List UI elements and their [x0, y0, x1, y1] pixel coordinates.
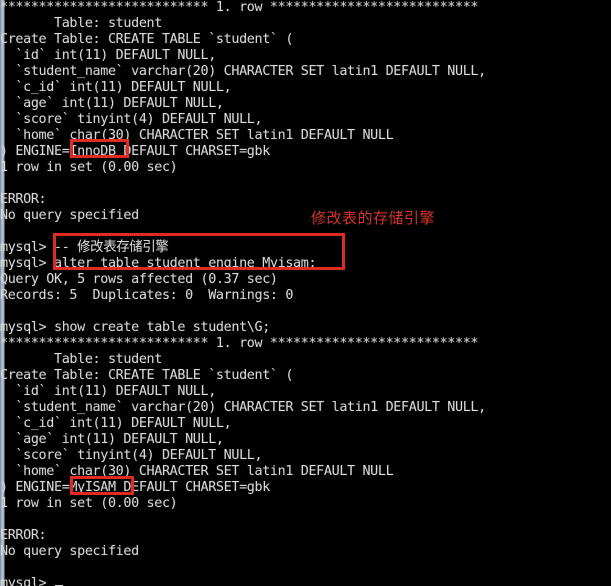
terminal-line: 1 row in set (0.00 sec)	[0, 496, 178, 511]
terminal-line: mysql> show create table student\G;	[0, 320, 270, 335]
terminal-line: Table: student	[0, 352, 162, 367]
annotation-note: 修改表的存储引擎	[311, 209, 436, 227]
terminal-line: ERROR:	[0, 192, 47, 207]
terminal-line: `c_id` int(11) DEFAULT NULL,	[0, 416, 232, 431]
terminal-line: ) ENGINE=InnoDB DEFAULT CHARSET=gbk	[0, 144, 270, 159]
terminal-line: Create Table: CREATE TABLE `student` (	[0, 368, 294, 383]
terminal-line: No query specified	[0, 208, 139, 223]
terminal-line: No query specified	[0, 544, 139, 559]
terminal-line: `score` tinyint(4) DEFAULT NULL,	[0, 112, 263, 127]
terminal-line: mysql> alter table student engine Myisam…	[0, 256, 317, 271]
terminal-line: `score` tinyint(4) DEFAULT NULL,	[0, 448, 263, 463]
terminal-line: ERROR:	[0, 528, 47, 543]
terminal-line: mysql>	[0, 576, 63, 586]
terminal-line: `home` char(30) CHARACTER SET latin1 DEF…	[0, 464, 394, 479]
terminal-line: Query OK, 5 rows affected (0.37 sec)	[0, 272, 278, 287]
terminal-output-area[interactable]: *************************** 1. row *****…	[0, 0, 611, 586]
mysql-terminal-window: *************************** 1. row *****…	[0, 0, 611, 586]
terminal-line: 1 row in set (0.00 sec)	[0, 160, 178, 175]
terminal-line: `c_id` int(11) DEFAULT NULL,	[0, 80, 232, 95]
terminal-line: Records: 5 Duplicates: 0 Warnings: 0	[0, 288, 294, 303]
terminal-line: `age` int(11) DEFAULT NULL,	[0, 432, 224, 447]
terminal-line: `student_name` varchar(20) CHARACTER SET…	[0, 400, 486, 415]
terminal-line: Create Table: CREATE TABLE `student` (	[0, 32, 294, 47]
terminal-line: `age` int(11) DEFAULT NULL,	[0, 96, 224, 111]
terminal-line: `home` char(30) CHARACTER SET latin1 DEF…	[0, 128, 394, 143]
terminal-line: *************************** 1. row *****…	[0, 0, 479, 15]
terminal-line: `id` int(11) DEFAULT NULL,	[0, 48, 216, 63]
terminal-line: `student_name` varchar(20) CHARACTER SET…	[0, 64, 486, 79]
terminal-line: `id` int(11) DEFAULT NULL,	[0, 384, 216, 399]
terminal-line: ) ENGINE=MyISAM DEFAULT CHARSET=gbk	[0, 480, 270, 495]
terminal-line: mysql> -- 修改表存储引擎	[0, 240, 169, 255]
terminal-line: Table: student	[0, 16, 162, 31]
terminal-line: *************************** 1. row *****…	[0, 336, 479, 351]
